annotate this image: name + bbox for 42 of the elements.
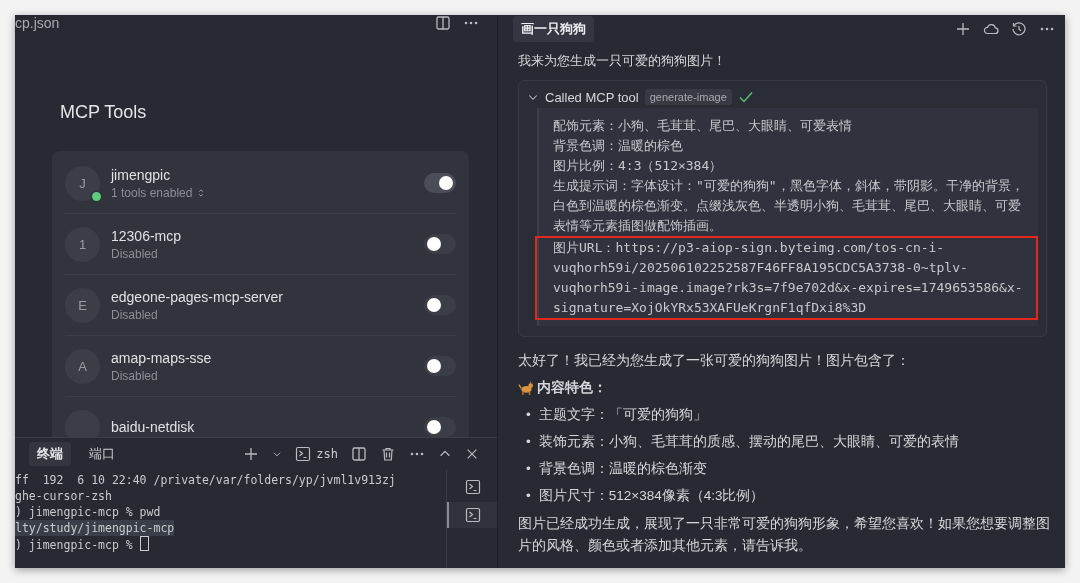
chat-tab[interactable]: 画一只狗狗 bbox=[513, 16, 594, 42]
server-name: jimengpic bbox=[111, 166, 172, 183]
output-text: 图片URL：https://p3-aiop-sign.byteimg.com/tos-cn-i-vuqhorh59i/202506102252587F46FF8A195CDC5A3738-0~tplv-vuqhorh59i-image.image?rk3s=7f9e702d&x-expires=1749653586&x-signature=XojOkYRx53XAFUeKrgnF1qfDxi8%3D bbox=[553, 239, 1024, 317]
bullet-item: 主题文字：「可爱的狗狗」 bbox=[538, 406, 707, 424]
output-text: 配饰元素：小狗、毛茸茸、尾巴、大眼睛、可爱表情 bbox=[553, 117, 853, 135]
bullet-marker: • bbox=[526, 460, 531, 478]
server-name: amap-maps-sse bbox=[111, 349, 213, 366]
avatar-initial: A bbox=[78, 358, 87, 374]
bullet-marker: • bbox=[526, 406, 531, 424]
bullet-marker: • bbox=[526, 487, 531, 505]
avatar-initial: E bbox=[78, 297, 87, 313]
server-status: 1 tools enabled bbox=[111, 185, 193, 200]
server-name: 12306-mcp bbox=[111, 227, 183, 244]
server-status: Disabled bbox=[111, 246, 158, 261]
avatar-initial: J bbox=[79, 175, 86, 191]
message-text: 图片已经成功生成，展现了一只非常可爱的狗狗形象，希望您喜欢！如果您想要调整图片的风格、颜色或者添加其他元素，请告诉我。 bbox=[518, 515, 1051, 555]
avatar-initial: 1 bbox=[78, 236, 87, 252]
tool-name-tag: generate-image bbox=[644, 89, 732, 105]
server-status: Disabled bbox=[111, 368, 158, 383]
server-name: edgeone-pages-mcp-server bbox=[111, 288, 284, 305]
shell-name[interactable]: zsh bbox=[316, 447, 338, 461]
output-text: 生成提示词：字体设计："可爱的狗狗"，黑色字体，斜体，带阴影。干净的背景，白色到温暖的棕色渐变。点缀浅灰色、半透明小狗、毛茸茸、尾巴、大眼睛、可爱表情等元素插图做配饰插画。 bbox=[553, 177, 1025, 235]
panel-tab[interactable]: 终端 bbox=[29, 442, 71, 466]
terminal-line: ) jimengpic-mcp % pwd bbox=[15, 504, 161, 520]
tool-call-label: Called MCP tool bbox=[545, 89, 639, 105]
terminal-line: ) jimengpic-mcp % bbox=[15, 538, 134, 552]
terminal-line: ff 192 6 10 22:40 /private/var/folders/yp/jvml1v913zj bbox=[15, 472, 396, 488]
message-text: 我来为您生成一只可爱的狗狗图片！ bbox=[518, 52, 727, 70]
panel-heading: MCP Tools bbox=[60, 102, 148, 123]
bullet-item: 背景色调：温暖的棕色渐变 bbox=[538, 460, 707, 478]
terminal-line: ghe-cursor-zsh bbox=[15, 488, 112, 504]
output-text: 图片比例：4:3（512×384） bbox=[553, 157, 724, 175]
panel-tab[interactable]: 端口 bbox=[81, 442, 123, 466]
server-name: baidu-netdisk bbox=[111, 419, 196, 435]
message-text: 太好了！我已经为您生成了一张可爱的狗狗图片！图片包含了： bbox=[518, 352, 911, 370]
section-title: 内容特色： bbox=[537, 379, 607, 397]
output-text: 背景色调：温暖的棕色 bbox=[553, 137, 684, 155]
bullet-item: 装饰元素：小狗、毛茸茸的质感、摆动的尾巴、大眼睛、可爱的表情 bbox=[538, 433, 959, 451]
server-status: Disabled bbox=[111, 307, 158, 322]
bullet-marker: • bbox=[526, 433, 531, 451]
bullet-item: 图片尺寸：512×384像素（4:3比例） bbox=[538, 487, 765, 505]
editor-tab[interactable]: cp.json bbox=[15, 15, 60, 31]
